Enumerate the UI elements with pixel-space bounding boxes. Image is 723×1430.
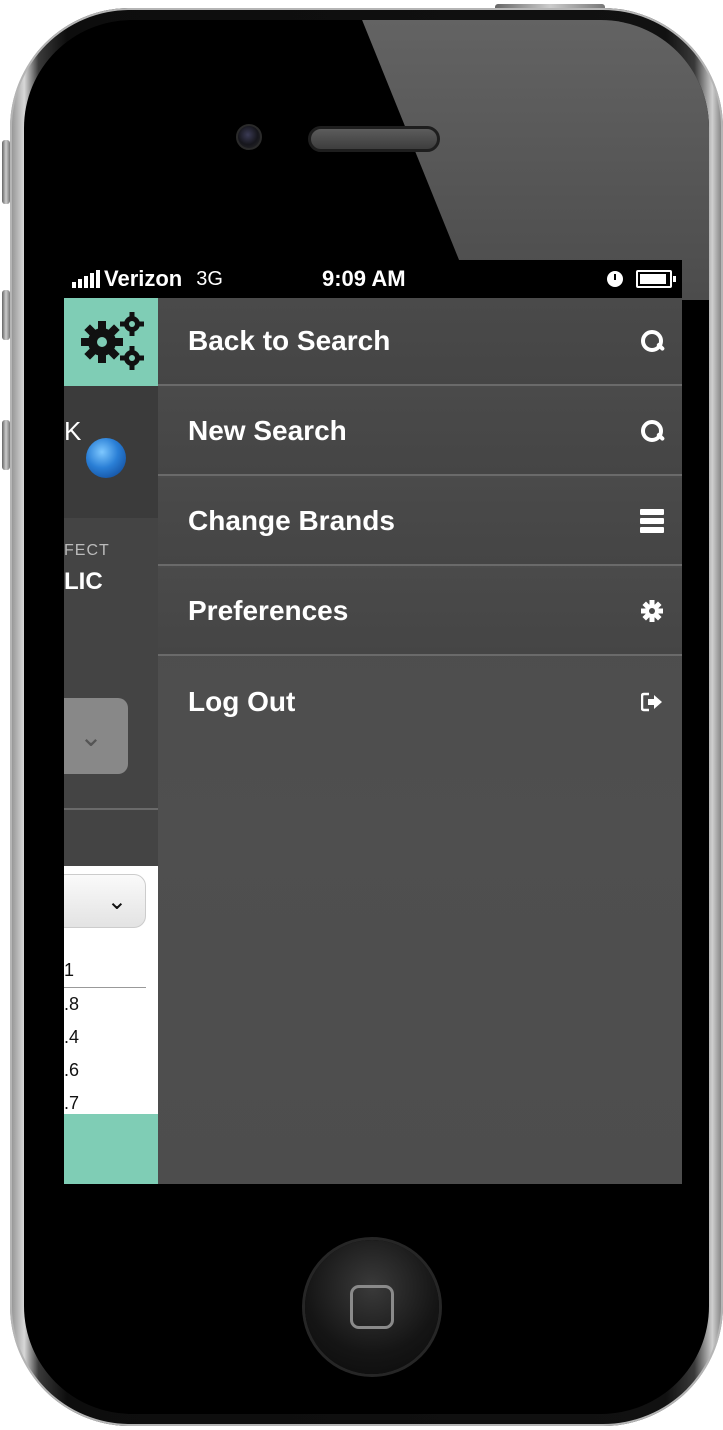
menu-item-log-out[interactable]: Log Out: [158, 658, 682, 746]
divider: [64, 808, 158, 810]
menu-item-label: Log Out: [188, 686, 296, 717]
search-icon: [641, 330, 663, 352]
sort-select[interactable]: ⌄: [64, 874, 146, 928]
gear-icon: [641, 600, 663, 622]
side-menu: Back to Search New Search Change Brands …: [158, 298, 682, 1184]
signal-strength-icon: [72, 270, 100, 288]
results-panel: ⌄ 1 .8 .4 .6 .7: [64, 866, 158, 1114]
home-button[interactable]: [305, 1240, 439, 1374]
volume-down-button: [2, 420, 10, 470]
carrier-name: Verizon: [104, 266, 183, 291]
background-app[interactable]: K FECT LIC ⌄ ⌄ 1 .8 .4 .6 .7: [64, 298, 158, 1184]
home-square-icon: [350, 1285, 394, 1329]
chevron-down-icon: ⌄: [106, 887, 127, 915]
globe-icon: [86, 438, 126, 478]
footer-bar: [64, 1114, 158, 1184]
list-item: .8: [64, 994, 80, 1014]
menu-item-label: Change Brands: [188, 505, 395, 536]
status-time: 9:09 AM: [322, 266, 406, 291]
earpiece-speaker: [308, 126, 440, 152]
dropdown-button[interactable]: ⌄: [64, 698, 128, 774]
brand-row: K: [64, 386, 158, 518]
settings-header[interactable]: [64, 298, 158, 386]
status-bar: Verizon 3G 9:09 AM: [64, 260, 682, 298]
menu-item-new-search[interactable]: New Search: [158, 388, 682, 476]
phone-screen: Verizon 3G 9:09 AM K FECT LIC ⌄ ⌄ 1 .8 .…: [64, 260, 682, 1184]
partial-caption: FECT: [64, 542, 110, 559]
list-icon: [640, 509, 664, 533]
results-list: 1 .8 .4 .6 .7: [64, 954, 146, 1120]
volume-up-button: [2, 290, 10, 340]
partial-value: LIC: [64, 568, 103, 595]
chevron-down-icon: ⌄: [79, 720, 103, 752]
screen-glare: [354, 20, 709, 300]
list-item: 1: [64, 960, 75, 980]
menu-item-back-to-search[interactable]: Back to Search: [158, 298, 682, 386]
list-item: .6: [64, 1060, 80, 1080]
alarm-icon: [607, 271, 623, 287]
search-icon: [641, 420, 663, 442]
network-type: 3G: [196, 267, 223, 290]
menu-item-preferences[interactable]: Preferences: [158, 568, 682, 656]
menu-item-label: Back to Search: [188, 325, 391, 356]
menu-item-label: New Search: [188, 415, 347, 446]
gears-icon[interactable]: [76, 308, 148, 376]
partial-label: K: [64, 416, 82, 446]
battery-icon: [636, 270, 676, 288]
menu-item-label: Preferences: [188, 595, 349, 626]
menu-item-change-brands[interactable]: Change Brands: [158, 478, 682, 566]
logout-icon: [641, 692, 662, 712]
front-camera: [236, 124, 262, 150]
list-item: .4: [64, 1027, 80, 1047]
mute-switch: [2, 140, 10, 204]
